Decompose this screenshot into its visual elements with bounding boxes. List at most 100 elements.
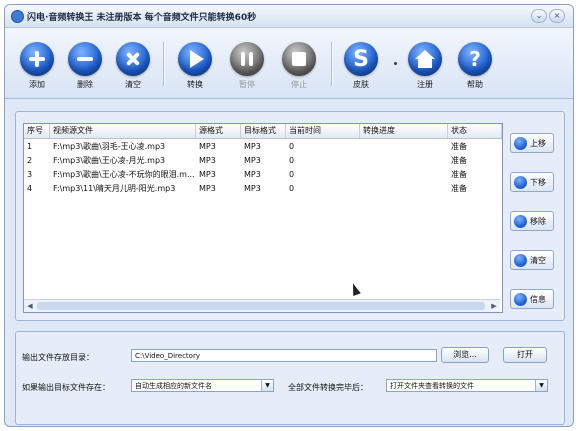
- add-button[interactable]: 添加: [17, 42, 57, 96]
- register-button[interactable]: 注册: [405, 42, 445, 96]
- x-icon: [514, 253, 527, 267]
- cell-dst: MP3: [244, 156, 261, 165]
- cell-progress: [360, 140, 448, 154]
- pause-button[interactable]: 暂停: [227, 42, 267, 96]
- table-row[interactable]: 3 F:\mp3\歌曲\王心凌-不玩你的眼泪.m... MP3 MP3 0 准备: [24, 168, 502, 182]
- col-file[interactable]: 视频源文件: [50, 124, 196, 138]
- scroll-left-icon[interactable]: ◀: [24, 300, 36, 312]
- after-convert-value: 打开文件夹查看转换的文件: [390, 382, 474, 390]
- app-window: 闪电·音频转换王 未注册版本 每个音频文件只能转换60秒 ⌄ × 添加 删除 清…: [4, 4, 574, 427]
- stop-label: 停止: [291, 80, 307, 89]
- info-button[interactable]: 信息: [510, 289, 554, 309]
- cell-src: MP3: [199, 156, 216, 165]
- output-dir-label: 输出文件存放目录：: [22, 353, 94, 362]
- chevron-down-icon[interactable]: ▼: [261, 380, 273, 391]
- cell-time: 0: [289, 142, 295, 151]
- cell-status: 准备: [451, 156, 467, 165]
- file-list[interactable]: 序号 视频源文件 源格式 目标格式 当前时间 转换进度 状态 1 F:\mp3\…: [23, 123, 503, 313]
- arrow-down-icon: [514, 175, 527, 189]
- file-exists-select[interactable]: 自动生成相应的新文件名 ▼: [131, 379, 274, 392]
- move-up-button[interactable]: 上移: [510, 133, 554, 153]
- table-row[interactable]: 4 F:\mp3\11\晴天月儿明-阳光.mp3 MP3 MP3 0 准备: [24, 182, 502, 196]
- cell-time: 0: [289, 156, 295, 165]
- after-convert-label: 全部文件转换完毕后：: [288, 383, 368, 392]
- app-icon: [11, 10, 24, 23]
- stop-icon: [282, 42, 316, 76]
- pause-label: 暂停: [239, 80, 255, 89]
- browse-button[interactable]: 浏览...: [441, 347, 489, 363]
- stop-button[interactable]: 停止: [279, 42, 319, 96]
- col-time[interactable]: 当前时间: [286, 124, 360, 138]
- remove-label: 移除: [530, 216, 546, 226]
- plus-icon: [20, 42, 54, 76]
- open-button[interactable]: 打开: [503, 347, 547, 363]
- delete-label: 删除: [77, 80, 93, 89]
- output-dir-field[interactable]: C:\Video_Directory: [131, 349, 437, 362]
- cell-no: 4: [27, 184, 33, 193]
- cell-src: MP3: [199, 170, 216, 179]
- delete-button[interactable]: 删除: [65, 42, 105, 96]
- cell-status: 准备: [451, 142, 467, 151]
- chevron-down-icon[interactable]: ▼: [535, 380, 547, 391]
- cell-src: MP3: [199, 142, 216, 151]
- minus-icon: [68, 42, 102, 76]
- move-up-label: 上移: [530, 138, 546, 148]
- close-button[interactable]: ×: [549, 9, 565, 23]
- cell-file: F:\mp3\歌曲\王心凌-月光.mp3: [53, 156, 166, 165]
- pause-icon: [230, 42, 264, 76]
- arrow-up-icon: [514, 136, 527, 150]
- horizontal-scrollbar[interactable]: ◀ ▶: [24, 299, 500, 312]
- col-progress[interactable]: 转换进度: [360, 124, 448, 138]
- after-convert-select[interactable]: 打开文件夹查看转换的文件 ▼: [386, 379, 548, 392]
- cell-no: 3: [27, 170, 33, 179]
- cell-dst: MP3: [244, 142, 261, 151]
- table-header: 序号 视频源文件 源格式 目标格式 当前时间 转换进度 状态: [24, 124, 502, 139]
- move-down-button[interactable]: 下移: [510, 172, 554, 192]
- clear-label: 清空: [125, 80, 141, 89]
- table-row[interactable]: 1 F:\mp3\歌曲\羽毛-王心凌.mp3 MP3 MP3 0 准备: [24, 140, 502, 154]
- home-icon: [408, 42, 442, 76]
- col-status[interactable]: 状态: [448, 124, 502, 138]
- add-label: 添加: [29, 80, 45, 89]
- col-src[interactable]: 源格式: [196, 124, 241, 138]
- convert-label: 转换: [187, 80, 203, 89]
- cell-progress: [360, 168, 448, 182]
- question-icon: ?: [458, 42, 492, 76]
- cell-src: MP3: [199, 184, 216, 193]
- cell-status: 准备: [451, 170, 467, 179]
- file-exists-label: 如果输出目标文件存在：: [22, 383, 110, 392]
- play-icon: [178, 42, 212, 76]
- col-no[interactable]: 序号: [24, 124, 50, 138]
- cell-file: F:\mp3\11\晴天月儿明-阳光.mp3: [53, 184, 176, 193]
- cell-dst: MP3: [244, 170, 261, 179]
- cell-dst: MP3: [244, 184, 261, 193]
- minimize-button[interactable]: ⌄: [531, 9, 547, 23]
- table-row[interactable]: 2 F:\mp3\歌曲\王心凌-月光.mp3 MP3 MP3 0 准备: [24, 154, 502, 168]
- cell-file: F:\mp3\歌曲\羽毛-王心凌.mp3: [53, 142, 166, 151]
- cell-time: 0: [289, 184, 295, 193]
- remove-button[interactable]: 移除: [510, 211, 554, 231]
- scroll-right-icon[interactable]: ▶: [488, 300, 500, 312]
- toolbar: 添加 删除 清空 转换 暂停 停止 S 皮肤 注册 ? 帮助: [5, 28, 573, 99]
- col-dst[interactable]: 目标格式: [241, 124, 286, 138]
- register-label: 注册: [417, 80, 433, 89]
- side-clear-button[interactable]: 清空: [510, 250, 554, 270]
- help-button[interactable]: ? 帮助: [455, 42, 495, 96]
- clear-button[interactable]: 清空: [113, 42, 153, 96]
- skin-icon: S: [344, 42, 378, 76]
- scroll-thumb[interactable]: [37, 302, 485, 310]
- info-label: 信息: [530, 294, 546, 304]
- cell-no: 2: [27, 156, 33, 165]
- cell-progress: [360, 154, 448, 168]
- move-down-label: 下移: [530, 177, 546, 187]
- cell-time: 0: [289, 170, 295, 179]
- side-clear-label: 清空: [530, 255, 546, 265]
- file-exists-value: 自动生成相应的新文件名: [135, 382, 212, 390]
- help-label: 帮助: [467, 80, 483, 89]
- output-settings-panel: 输出文件存放目录： C:\Video_Directory 浏览... 打开 如果…: [15, 331, 565, 425]
- skin-button[interactable]: S 皮肤: [341, 42, 381, 96]
- cell-status: 准备: [451, 184, 467, 193]
- cell-no: 1: [27, 142, 33, 151]
- convert-button[interactable]: 转换: [175, 42, 215, 96]
- info-icon: [514, 292, 527, 306]
